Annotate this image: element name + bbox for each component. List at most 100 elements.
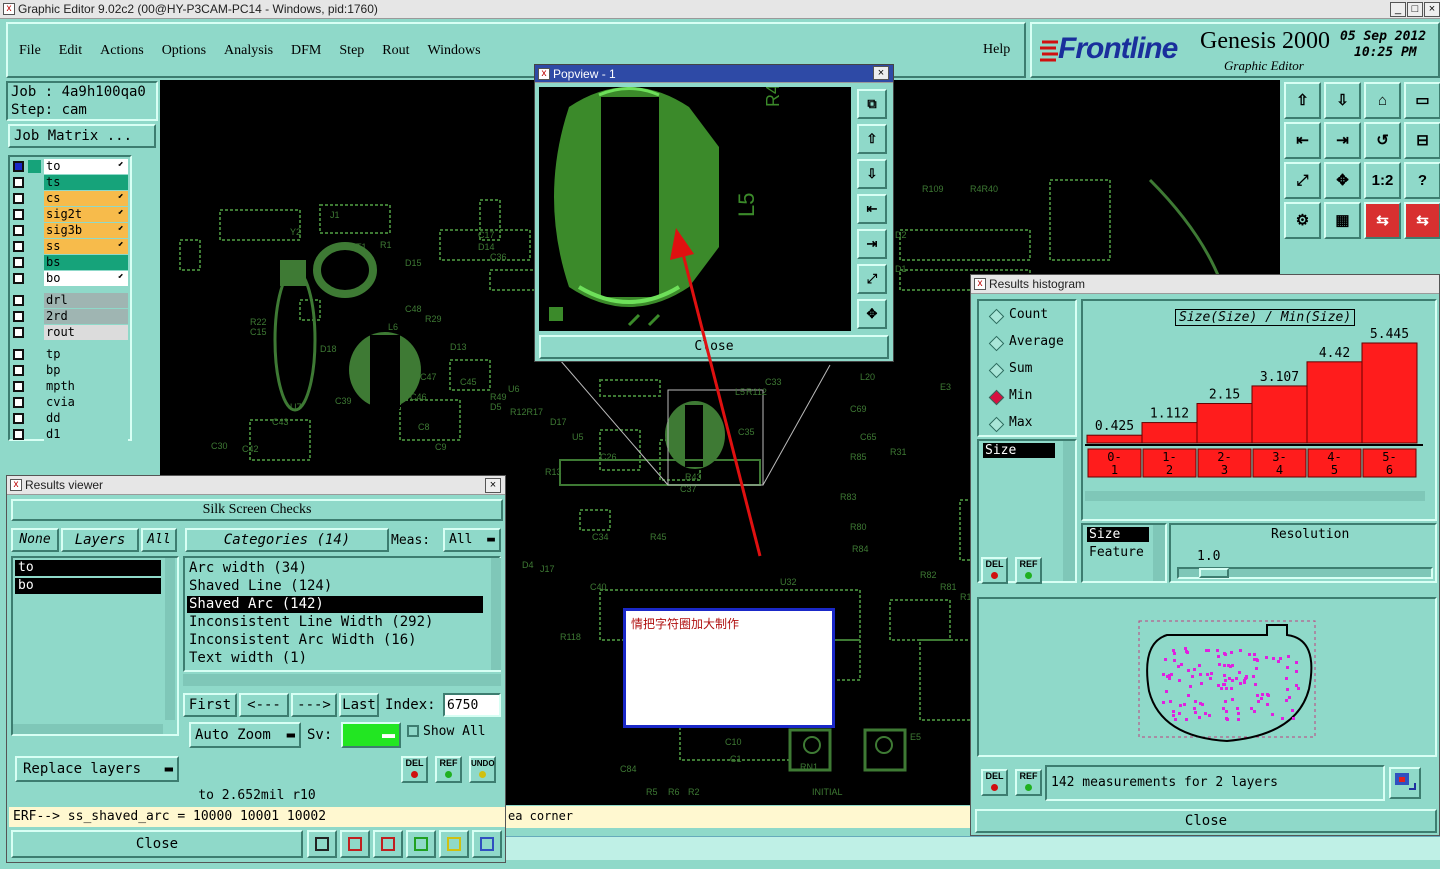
axis-scrollbar[interactable] (1153, 525, 1165, 581)
menu-step[interactable]: Step (339, 43, 364, 58)
tool-button-8-icon[interactable]: ⊟ (1404, 122, 1440, 159)
prev-button[interactable]: <--- (239, 693, 289, 717)
histogram-icon[interactable] (472, 830, 502, 858)
category-item[interactable]: Inconsistent Arc Width (16) (187, 632, 483, 649)
layers-hscrollbar[interactable] (13, 724, 163, 734)
layer-row-rout[interactable]: rout (10, 325, 128, 341)
tool-button-4-icon[interactable]: ▭ (1404, 82, 1440, 119)
layer-checkbox[interactable] (13, 327, 24, 338)
tool-button-12-icon[interactable]: ? (1404, 162, 1440, 199)
result-layer-item[interactable]: to (15, 560, 161, 576)
del-button[interactable]: DEL (401, 756, 428, 783)
popview-tool-3-icon[interactable]: ⇩ (857, 159, 887, 189)
popview-tool-6-icon[interactable]: ⤢ (857, 264, 887, 294)
layer-checkbox[interactable] (13, 365, 24, 376)
layer-row-cvia[interactable]: cvia (10, 395, 128, 411)
tool-button-10-icon[interactable]: ✥ (1324, 162, 1361, 199)
categories-button[interactable]: Categories (14) (185, 528, 389, 552)
menu-help[interactable]: Help (983, 42, 1010, 58)
tool-button-13-icon[interactable]: ⚙ (1284, 202, 1321, 239)
preview-ref-button[interactable]: REF (1015, 769, 1042, 796)
all-button[interactable]: All (141, 528, 177, 552)
menu-windows[interactable]: Windows (428, 43, 481, 58)
layer-checkbox[interactable] (13, 429, 24, 440)
layer-row-tp[interactable]: tp (10, 347, 128, 363)
layer-checkbox[interactable] (13, 161, 24, 172)
layers-scrollbar[interactable] (165, 558, 175, 720)
histogram-ref-button[interactable]: REF (1015, 557, 1042, 584)
axis-feature-item[interactable]: Feature (1087, 545, 1144, 560)
category-item[interactable]: Shaved Arc (142) (187, 596, 483, 613)
layer-row-drl[interactable]: drl (10, 293, 128, 309)
layer-checkbox[interactable] (13, 177, 24, 188)
menu-actions[interactable]: Actions (100, 43, 144, 58)
report-icon[interactable] (340, 830, 370, 858)
menu-file[interactable]: File (19, 43, 41, 58)
mode-radio-sum[interactable] (988, 362, 1005, 379)
categories-hscrollbar[interactable] (183, 674, 501, 686)
histogram-close-button[interactable]: Close (975, 809, 1437, 833)
field-scrollbar[interactable] (1063, 441, 1075, 581)
replace-layers-select[interactable]: Replace layers ▬ (15, 756, 179, 782)
layer-checkbox[interactable] (13, 241, 24, 252)
histogram-bar[interactable] (1196, 403, 1253, 444)
bar-chart-icon[interactable] (307, 830, 337, 858)
tool-button-9-icon[interactable]: ⤢ (1284, 162, 1321, 199)
layer-row-bp[interactable]: bp (10, 363, 128, 379)
layer-row-bo[interactable]: bo ⬋ (10, 271, 128, 287)
layer-row-sig3b[interactable]: sig3b ⬋ (10, 223, 128, 239)
result-layer-item[interactable]: bo (15, 578, 161, 594)
mode-radio-count[interactable] (988, 308, 1005, 325)
popview-tool-4-icon[interactable]: ⇤ (857, 194, 887, 224)
show-all-checkbox[interactable] (407, 725, 419, 737)
preview-del-button[interactable]: DEL (981, 769, 1008, 796)
layer-checkbox[interactable] (13, 413, 24, 424)
menu-edit[interactable]: Edit (59, 43, 82, 58)
job-matrix-button[interactable]: Job Matrix ... (8, 124, 156, 148)
tool-button-6-icon[interactable]: ⇥ (1324, 122, 1361, 159)
layer-checkbox[interactable] (13, 257, 24, 268)
layer-row-dd[interactable]: dd (10, 411, 128, 427)
field-size[interactable]: Size (983, 443, 1055, 458)
resolution-slider[interactable] (1177, 567, 1433, 579)
popview-tool-5-icon[interactable]: ⇥ (857, 229, 887, 259)
category-item[interactable]: Arc width (34) (187, 560, 483, 577)
first-button[interactable]: First (183, 693, 237, 717)
categories-scrollbar[interactable] (491, 558, 501, 670)
notes-icon[interactable] (439, 830, 469, 858)
layer-checkbox[interactable] (13, 193, 24, 204)
layer-row-cs[interactable]: cs ⬋ (10, 191, 128, 207)
menu-rout[interactable]: Rout (382, 43, 409, 58)
none-button[interactable]: None (11, 528, 59, 552)
popview-close-x[interactable]: × (873, 66, 889, 80)
mode-radio-min[interactable] (988, 389, 1005, 406)
layer-checkbox[interactable] (13, 311, 24, 322)
tool-button-1-icon[interactable]: ⇧ (1284, 82, 1321, 119)
layer-checkbox[interactable] (13, 273, 24, 284)
category-item[interactable]: Shaved Line (124) (187, 578, 483, 595)
layer-checkbox[interactable] (13, 349, 24, 360)
layers-button[interactable]: Layers (61, 528, 139, 552)
auto-zoom-select[interactable]: Auto Zoom ▬ (189, 722, 301, 748)
layer-checkbox[interactable] (13, 381, 24, 392)
tool-button-15-icon[interactable]: ⇆ (1364, 202, 1401, 239)
maximize-button[interactable]: □ (1407, 2, 1423, 17)
menu-options[interactable]: Options (162, 43, 206, 58)
undo-button[interactable]: UNDO (469, 756, 496, 783)
layer-row-ss[interactable]: ss ⬋ (10, 239, 128, 255)
layer-row-d1[interactable]: d1 (10, 427, 128, 443)
one-two-icon[interactable] (406, 830, 436, 858)
layer-checkbox[interactable] (13, 209, 24, 220)
mode-radio-average[interactable] (988, 335, 1005, 352)
popview-tool-2-icon[interactable]: ⇧ (857, 124, 887, 154)
histogram-bar[interactable] (1306, 361, 1363, 444)
layer-checkbox[interactable] (13, 225, 24, 236)
tool-button-5-icon[interactable]: ⇤ (1284, 122, 1321, 159)
close-window-button[interactable]: × (1424, 2, 1440, 17)
popview-tool-1-icon[interactable]: ⧉ (857, 89, 887, 119)
histogram-bar[interactable] (1251, 385, 1308, 444)
layer-row-bs[interactable]: bs (10, 255, 128, 271)
minimize-button[interactable]: _ (1390, 2, 1406, 17)
tool-button-11-icon[interactable]: 1:2 (1364, 162, 1401, 199)
meas-select[interactable]: All ▬ (443, 528, 501, 552)
